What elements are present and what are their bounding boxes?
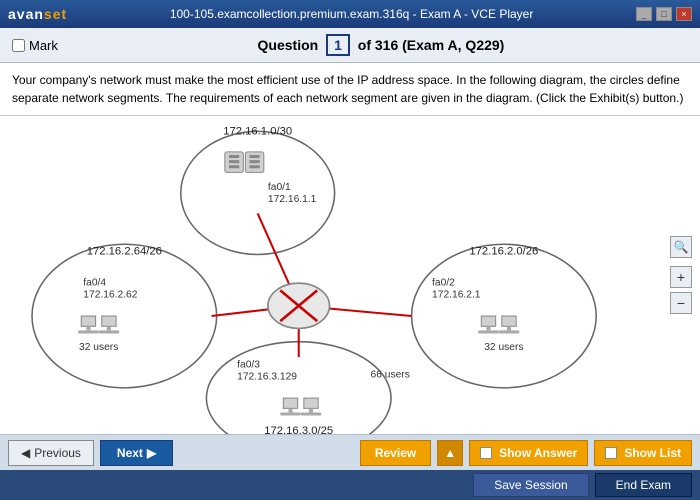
window-title: 100-105.examcollection.premium.exam.316q… bbox=[67, 7, 636, 21]
review-button[interactable]: Review bbox=[360, 440, 431, 466]
svg-text:fa0/2: fa0/2 bbox=[432, 277, 455, 288]
logo-text-b: set bbox=[44, 6, 67, 22]
logo-text-a: avan bbox=[8, 6, 44, 22]
review-dropdown-button[interactable]: ▲ bbox=[437, 440, 463, 466]
end-label: End Exam bbox=[616, 478, 671, 492]
show-list-label: Show List bbox=[624, 446, 681, 460]
svg-text:172.16.1.1: 172.16.1.1 bbox=[268, 194, 317, 205]
show-list-checkbox bbox=[605, 447, 617, 459]
svg-text:172.16.2.0/26: 172.16.2.0/26 bbox=[469, 245, 538, 257]
question-total: of 316 (Exam A, Q229) bbox=[358, 37, 505, 53]
prev-arrow-icon: ◀ bbox=[21, 446, 30, 460]
mark-checkbox[interactable] bbox=[12, 39, 25, 52]
title-bar: avanset 100-105.examcollection.premium.e… bbox=[0, 0, 700, 28]
zoom-out-button[interactable]: − bbox=[670, 292, 692, 314]
prev-label: Previous bbox=[34, 446, 81, 460]
svg-text:172.16.3.0/25: 172.16.3.0/25 bbox=[264, 425, 333, 434]
network-diagram: 172.16.1.0/30 fa0/1 172.16.1.1 172.16.2.… bbox=[0, 116, 700, 434]
question-label: Question bbox=[258, 37, 319, 53]
svg-text:fa0/3: fa0/3 bbox=[237, 359, 260, 370]
review-label: Review bbox=[375, 446, 416, 460]
mark-section: Mark bbox=[12, 38, 58, 53]
main-window: Mark Question 1 of 316 (Exam A, Q229) Yo… bbox=[0, 28, 700, 500]
question-info: Question 1 of 316 (Exam A, Q229) bbox=[74, 34, 688, 56]
svg-text:172.16.3.129: 172.16.3.129 bbox=[237, 372, 297, 383]
close-button[interactable]: × bbox=[676, 7, 692, 21]
app-logo: avanset bbox=[8, 6, 67, 22]
action-bar: Save Session End Exam bbox=[0, 470, 700, 500]
svg-text:172.16.1.0/30: 172.16.1.0/30 bbox=[223, 125, 292, 137]
next-button[interactable]: Next ▶ bbox=[100, 440, 173, 466]
review-dropdown-icon: ▲ bbox=[444, 446, 456, 460]
next-label: Next bbox=[117, 446, 143, 460]
svg-text:66 users: 66 users bbox=[371, 370, 410, 381]
svg-text:32 users: 32 users bbox=[484, 342, 523, 353]
mark-label: Mark bbox=[29, 38, 58, 53]
end-exam-button[interactable]: End Exam bbox=[595, 473, 692, 497]
window-controls: _ □ × bbox=[636, 7, 692, 21]
previous-button[interactable]: ◀ Previous bbox=[8, 440, 94, 466]
next-arrow-icon: ▶ bbox=[147, 446, 156, 460]
search-zoom-button[interactable]: 🔍 bbox=[670, 236, 692, 258]
question-text: Your company's network must make the mos… bbox=[0, 63, 700, 116]
svg-text:172.16.2.64/26: 172.16.2.64/26 bbox=[87, 245, 162, 257]
show-answer-button[interactable]: Show Answer bbox=[469, 440, 588, 466]
bottom-toolbar: ◀ Previous Next ▶ Review ▲ Show Answer S… bbox=[0, 434, 700, 470]
show-list-button[interactable]: Show List bbox=[594, 440, 692, 466]
svg-text:172.16.2.62: 172.16.2.62 bbox=[83, 290, 137, 301]
save-session-button[interactable]: Save Session bbox=[473, 473, 588, 497]
zoom-in-button[interactable]: + bbox=[670, 266, 692, 288]
header-row: Mark Question 1 of 316 (Exam A, Q229) bbox=[0, 28, 700, 63]
question-number: 1 bbox=[326, 34, 350, 56]
maximize-button[interactable]: □ bbox=[656, 7, 672, 21]
svg-text:172.16.2.1: 172.16.2.1 bbox=[432, 290, 481, 301]
show-answer-checkbox bbox=[480, 447, 492, 459]
diagram-area: 172.16.1.0/30 fa0/1 172.16.1.1 172.16.2.… bbox=[0, 116, 700, 434]
svg-text:fa0/4: fa0/4 bbox=[83, 277, 106, 288]
minimize-button[interactable]: _ bbox=[636, 7, 652, 21]
question-body: Your company's network must make the mos… bbox=[12, 73, 683, 105]
show-answer-label: Show Answer bbox=[499, 446, 577, 460]
svg-text:32 users: 32 users bbox=[79, 342, 118, 353]
svg-text:fa0/1: fa0/1 bbox=[268, 182, 291, 193]
save-label: Save Session bbox=[494, 478, 567, 492]
zoom-controls: 🔍 + − bbox=[670, 236, 692, 314]
